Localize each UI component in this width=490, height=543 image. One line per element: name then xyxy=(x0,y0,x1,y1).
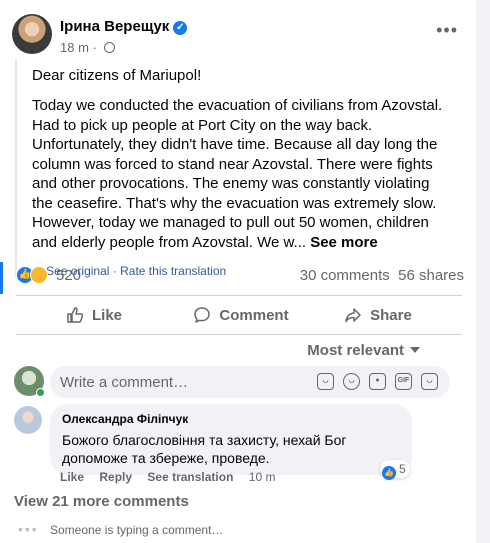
post-body: Dear citizens of Mariupol! Today we cond… xyxy=(15,60,445,278)
comment-count[interactable]: 30 comments xyxy=(300,267,390,284)
comment-composer: ◡ ◡ ● GIF ◡ xyxy=(14,366,466,398)
like-icon xyxy=(66,306,84,324)
like-reaction-icon: 👍 xyxy=(382,466,396,480)
see-translation-link[interactable]: See translation xyxy=(147,470,233,484)
post-actions: Like Comment Share xyxy=(16,300,462,330)
share-icon xyxy=(344,306,362,324)
post-meta: 18 m · xyxy=(60,40,115,55)
gif-icon[interactable]: GIF xyxy=(395,373,412,390)
share-label: Share xyxy=(370,306,412,324)
emoji-icon[interactable]: ◡ xyxy=(343,373,360,390)
post-time[interactable]: 18 m xyxy=(60,40,89,55)
composer-tools: ◡ ◡ ● GIF ◡ xyxy=(317,373,438,391)
comment-button[interactable]: Comment xyxy=(176,300,306,330)
reactions-summary: 👍 520 30 comments 56 shares xyxy=(16,266,464,288)
caret-down-icon xyxy=(410,347,420,353)
sort-label: Most relevant xyxy=(307,342,404,359)
meta-separator: · xyxy=(92,40,97,55)
comment-item: Олександра Філіпчук Божого благословіння… xyxy=(14,404,466,484)
like-label: Like xyxy=(91,306,122,324)
typing-dots-icon: ••• xyxy=(18,521,39,537)
comment-reactions[interactable]: 👍 5 xyxy=(380,460,410,480)
globe-icon xyxy=(103,42,115,53)
verified-badge-icon: ✓ xyxy=(173,21,188,35)
comment-sort-dropdown[interactable]: Most relevant xyxy=(307,342,420,359)
post-text: Today we conducted the evacuation of civ… xyxy=(32,96,445,252)
author-avatar[interactable] xyxy=(12,14,52,54)
typing-indicator: ••• Someone is typing a comment… xyxy=(18,521,223,537)
engagement-stats: 30 comments 56 shares xyxy=(300,267,464,284)
comment-time[interactable]: 10 m xyxy=(249,470,276,484)
post-header: Ірина Верещук ✓ 18 m · ••• xyxy=(12,14,464,58)
comment-text: Божого благословіння та захисту, нехай Б… xyxy=(62,432,347,466)
commenter-name[interactable]: Олександра Філіпчук xyxy=(62,412,400,426)
focus-indicator xyxy=(0,262,3,294)
comment-icon xyxy=(193,306,211,324)
comment-like-button[interactable]: Like xyxy=(60,470,84,484)
share-button[interactable]: Share xyxy=(328,300,428,330)
share-count[interactable]: 56 shares xyxy=(398,267,464,284)
reaction-count[interactable]: 520 xyxy=(56,267,81,284)
view-more-comments-link[interactable]: View 21 more comments xyxy=(14,493,189,510)
care-reaction-icon[interactable] xyxy=(30,266,48,284)
post-card: Ірина Верещук ✓ 18 m · ••• Dear citizens … xyxy=(0,0,476,543)
divider xyxy=(16,295,462,296)
post-greeting: Dear citizens of Mariupol! xyxy=(32,67,202,84)
author-name[interactable]: Ірина Верещук ✓ xyxy=(60,18,188,35)
like-button[interactable]: Like xyxy=(44,300,144,330)
author-name-text[interactable]: Ірина Верещук xyxy=(60,18,169,35)
comment-bubble: Олександра Філіпчук Божого благословіння… xyxy=(50,404,412,475)
typing-text: Someone is typing a comment… xyxy=(50,523,224,537)
see-more-link[interactable]: See more xyxy=(310,234,378,251)
avatar-sticker-icon[interactable]: ◡ xyxy=(317,373,334,390)
divider xyxy=(16,334,462,335)
comment-label: Comment xyxy=(219,306,289,324)
more-icon[interactable]: ••• xyxy=(436,20,458,41)
sticker-icon[interactable]: ◡ xyxy=(421,373,438,390)
online-status-icon xyxy=(36,388,45,397)
commenter-avatar[interactable] xyxy=(14,406,42,434)
camera-icon[interactable]: ● xyxy=(369,373,386,390)
comment-actions: Like Reply See translation 10 m xyxy=(60,470,287,484)
post-text-content: Today we conducted the evacuation of civ… xyxy=(32,97,443,251)
comment-reaction-count: 5 xyxy=(399,462,406,476)
comment-reply-button[interactable]: Reply xyxy=(99,470,132,484)
